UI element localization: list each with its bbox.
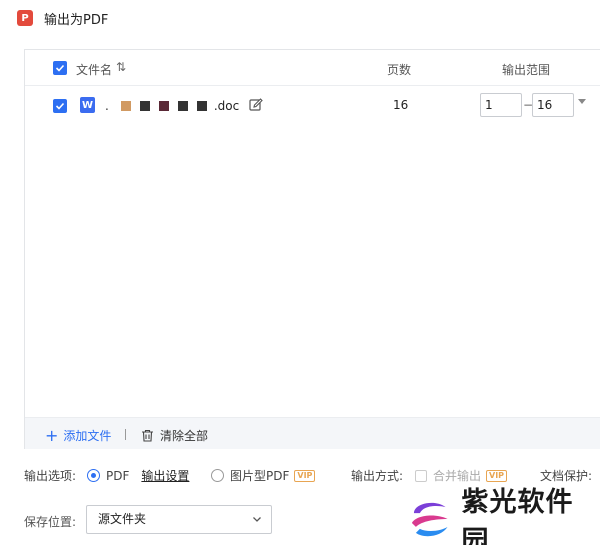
word-doc-icon: W <box>80 97 95 113</box>
file-name: . .doc <box>105 98 239 114</box>
divider <box>125 429 126 440</box>
clear-all-button[interactable]: 清除全部 <box>141 427 208 444</box>
redaction-block <box>158 101 169 111</box>
save-location-label: 保存位置: <box>24 515 77 529</box>
title-bar: P 输出为PDF <box>0 0 600 36</box>
brand-logo-icon <box>411 502 448 536</box>
pdf-radio[interactable]: PDF 输出设置 <box>87 467 189 484</box>
file-extension: .doc <box>213 99 240 113</box>
vip-badge: VIP <box>294 469 316 482</box>
sort-icon[interactable]: ⇅ <box>116 60 126 74</box>
add-file-button[interactable]: + 添加文件 <box>45 427 111 444</box>
select-all-checkbox[interactable] <box>53 61 67 75</box>
window-title: 输出为PDF <box>44 12 109 28</box>
pdf-app-icon: P <box>17 10 33 26</box>
radio-unselected-icon <box>211 469 224 482</box>
plus-icon: + <box>45 425 59 445</box>
save-location-value: 源文件夹 <box>98 512 147 526</box>
column-header-range: 输出范围 <box>502 63 551 77</box>
file-list: 文件名 ⇅ 页数 输出范围 W . .doc 16 1 − 16 + 添加文件 … <box>24 49 600 449</box>
column-header-pages: 页数 <box>387 63 412 77</box>
chevron-down-icon <box>253 517 261 522</box>
image-pdf-radio[interactable]: 图片型PDF VIP <box>211 467 316 484</box>
redaction-block <box>139 101 150 111</box>
check-icon <box>55 64 65 72</box>
range-to-input[interactable]: 16 <box>532 93 574 117</box>
trash-icon <box>142 429 153 442</box>
check-icon <box>55 102 65 110</box>
edit-icon[interactable] <box>249 98 263 112</box>
file-actions-bar: + 添加文件 清除全部 <box>25 417 600 449</box>
clear-all-label: 清除全部 <box>160 429 209 443</box>
chevron-down-icon[interactable] <box>578 99 586 104</box>
redaction-block <box>120 101 131 111</box>
redaction-block <box>177 101 188 111</box>
table-row: W . .doc 16 1 − 16 <box>25 87 600 125</box>
pdf-radio-label: PDF <box>106 468 130 483</box>
image-pdf-label: 图片型PDF <box>230 469 290 483</box>
table-header: 文件名 ⇅ 页数 输出范围 <box>25 50 600 86</box>
radio-selected-icon <box>87 469 100 482</box>
add-file-label: 添加文件 <box>63 429 112 443</box>
redaction-block <box>196 101 207 111</box>
column-header-filename[interactable]: 文件名 <box>76 61 112 78</box>
brand-text: 紫光软件园 <box>461 486 574 545</box>
range-from-input[interactable]: 1 <box>480 93 522 117</box>
row-checkbox[interactable] <box>53 99 67 113</box>
brand-watermark: 紫光软件园 <box>406 487 600 545</box>
file-name-prefix: . <box>105 99 109 113</box>
page-count: 16 <box>393 98 409 112</box>
output-settings-link[interactable]: 输出设置 <box>141 467 189 484</box>
checkbox-icon <box>415 469 427 482</box>
output-options-label: 输出选项: <box>24 469 77 483</box>
output-method-label: 输出方式: <box>351 469 404 483</box>
save-location-select[interactable]: 源文件夹 <box>86 505 272 534</box>
